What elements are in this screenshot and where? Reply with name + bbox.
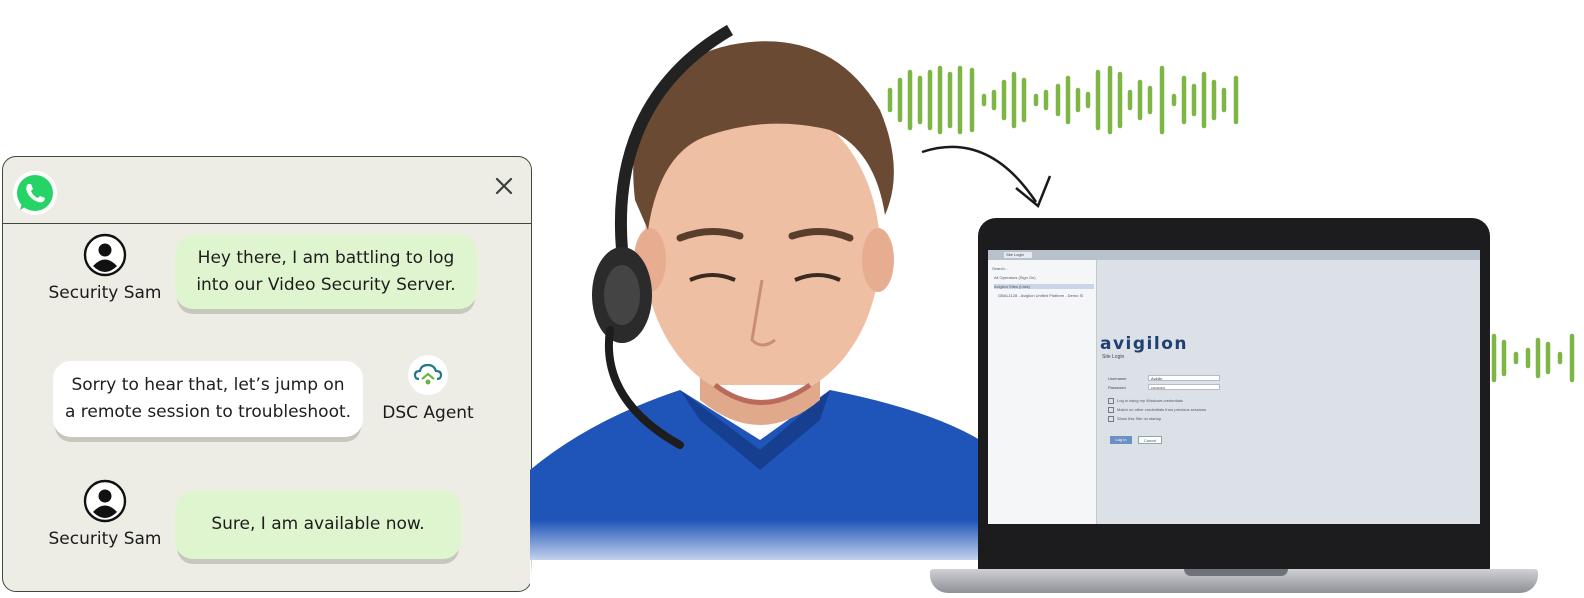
sidebar-item[interactable]: All Operators (Sign On) <box>994 275 1036 280</box>
user-avatar-icon <box>83 479 127 523</box>
sidebar-search[interactable]: Search... <box>992 266 1008 271</box>
username-field[interactable]: Avidlo <box>1148 375 1220 381</box>
sender-name: Security Sam <box>48 529 162 549</box>
password-field[interactable]: •••••••••• <box>1148 384 1220 390</box>
chat-bubble-outgoing: Sorry to hear that, let’s jump on a remo… <box>53 361 363 437</box>
password-label: Password <box>1108 385 1126 390</box>
sidebar-item[interactable]: Avigilon Sites (Lists) <box>994 284 1094 289</box>
screen-main <box>1096 260 1480 524</box>
option-match-credentials[interactable]: Match on other credentials from previous… <box>1108 407 1206 413</box>
option-windows-credentials[interactable]: Log in using my Windows credentials <box>1108 398 1183 404</box>
message-text: Hey there, I am battling to log <box>197 248 455 268</box>
curved-arrow-icon <box>921 145 1052 209</box>
tab-site-login[interactable]: Site Login <box>1004 252 1032 258</box>
message-text: a remote session to troubleshoot. <box>64 402 352 422</box>
message-text: into our Video Security Server. <box>196 275 456 295</box>
sender-name: DSC Agent <box>382 403 474 423</box>
chat-bubble-incoming: Sure, I am available now. <box>175 491 461 559</box>
user-avatar-icon <box>83 233 127 277</box>
close-icon[interactable] <box>493 175 515 197</box>
sender-security-sam: Security Sam <box>45 479 165 549</box>
chat-header <box>3 157 531 224</box>
stage: Security Sam Hey there, I am battling to… <box>0 0 1584 598</box>
sender-security-sam: Security Sam <box>45 233 165 303</box>
login-button[interactable]: Log in <box>1110 436 1132 444</box>
avigilon-logo: avigilon <box>1100 334 1188 354</box>
chat-bubble-incoming: Hey there, I am battling to log into our… <box>175 235 477 309</box>
message-text: Sure, I am available now. <box>211 514 425 534</box>
cloud-link-icon <box>408 355 448 395</box>
sender-dsc-agent: DSC Agent <box>373 353 483 423</box>
sidebar-item[interactable]: GBAL1128 - Avigilon Unified Platform - D… <box>998 293 1083 298</box>
message-text: Sorry to hear that, let’s jump on <box>71 375 345 395</box>
screen-titlebar: Site Login <box>988 250 1480 260</box>
sender-name: Security Sam <box>48 283 162 303</box>
laptop-screen: Site Login Search... All Operators (Sign… <box>988 250 1480 524</box>
photo-fade <box>530 520 990 598</box>
login-subtitle: Site Login <box>1102 354 1125 360</box>
screen-sidebar: Search... All Operators (Sign On) Avigil… <box>988 260 1097 524</box>
sound-wave-icon <box>887 65 1239 135</box>
option-show-on-startup[interactable]: Show this Site on startup <box>1108 416 1161 422</box>
sound-wave-icon <box>1491 333 1575 383</box>
whatsapp-icon <box>13 171 57 215</box>
chat-window: Security Sam Hey there, I am battling to… <box>2 156 532 592</box>
username-label: Username <box>1108 376 1127 381</box>
cancel-button[interactable]: Cancel <box>1138 436 1162 444</box>
laptop-notch <box>1184 569 1288 576</box>
